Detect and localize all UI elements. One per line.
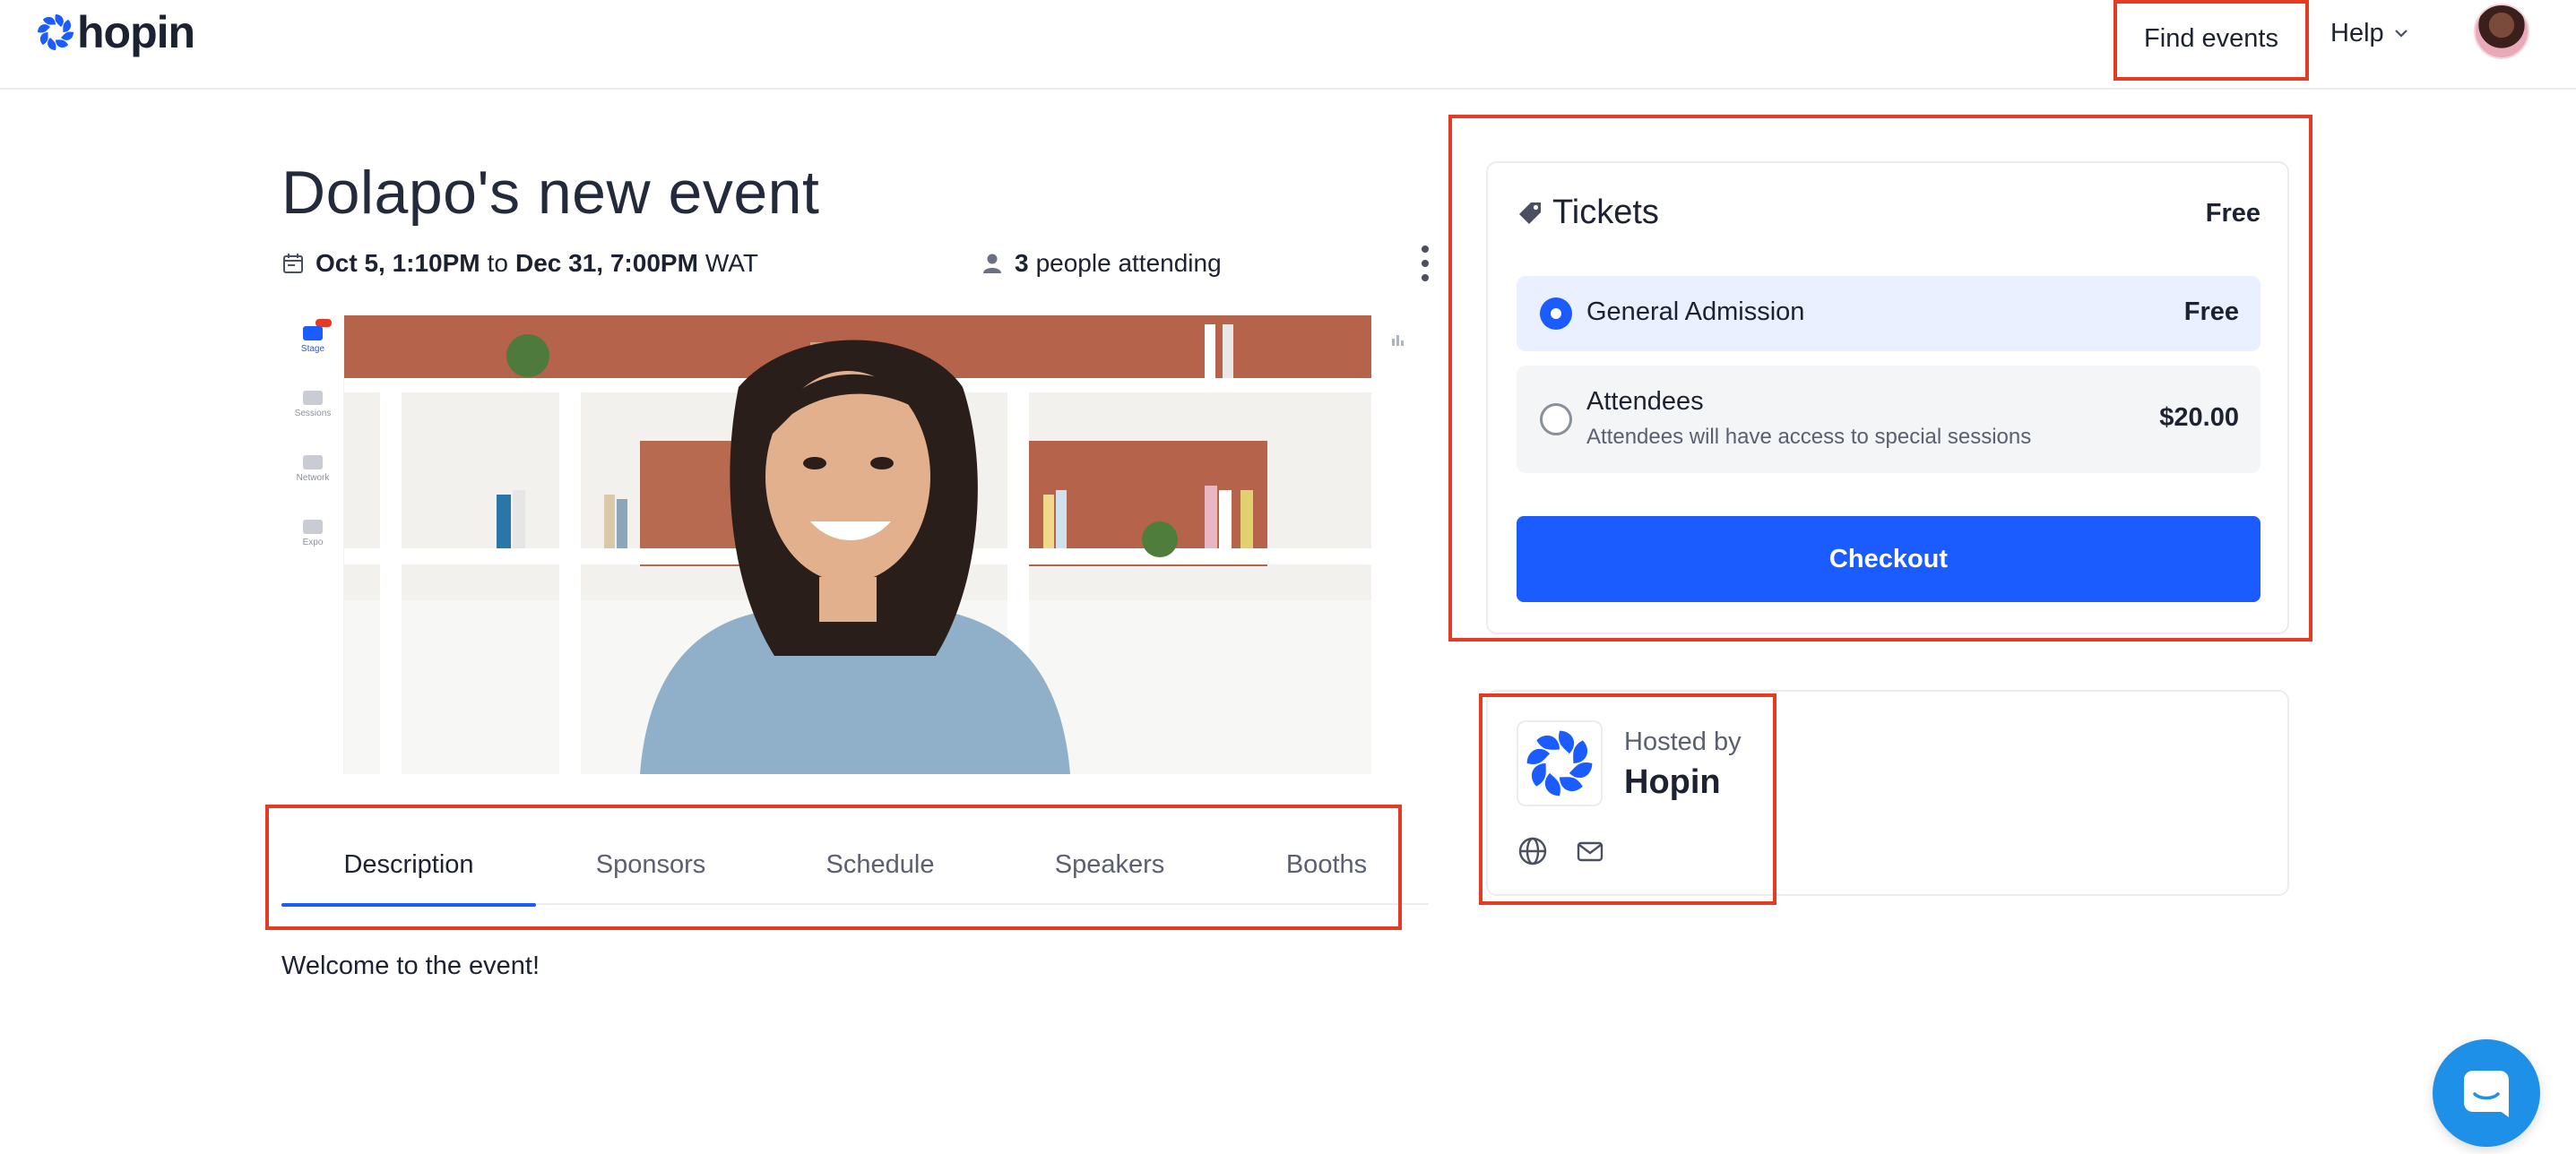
event-timezone: WAT <box>705 249 758 277</box>
attending-label: people attending <box>1035 249 1222 277</box>
speaker-photo-illustration <box>344 315 1371 774</box>
ticket-option-general-admission[interactable]: General Admission Free <box>1517 276 2260 351</box>
hopin-logo-icon <box>1526 730 1593 797</box>
tickets-price-summary: Free <box>2205 199 2260 228</box>
event-tabs: Description Sponsors Schedule Speakers B… <box>281 824 1429 907</box>
checkout-button[interactable]: Checkout <box>1517 516 2260 602</box>
tab-description[interactable]: Description <box>281 824 536 907</box>
event-title: Dolapo's new event <box>281 159 820 227</box>
help-menu[interactable]: Help <box>2330 0 2409 66</box>
store-icon <box>303 520 323 534</box>
ticket-icon <box>1519 202 1541 224</box>
tickets-heading-label: Tickets <box>1552 194 1659 231</box>
bar-chart-icon <box>1392 335 1404 346</box>
ticket-option-subtitle: Attendees will have access to special se… <box>1586 425 2032 449</box>
attendee-count: 3 people attending <box>982 249 1222 278</box>
event-dates: Oct 5, 1:10PM to Dec 31, 7:00PM WAT <box>281 249 758 278</box>
logo-text: hopin <box>77 7 195 57</box>
host-logo[interactable] <box>1517 720 1603 806</box>
top-header: hopin Find events Help <box>0 0 2576 90</box>
event-start: Oct 5, 1:10PM <box>316 249 480 277</box>
calendar-icon <box>283 254 303 273</box>
help-label: Help <box>2330 18 2384 47</box>
find-events-link[interactable]: Find events <box>2115 0 2307 77</box>
ticket-option-name: General Admission <box>1586 297 1805 326</box>
attending-number: 3 <box>1015 249 1029 277</box>
preview-sidebar: Stage Sessions Network Expo <box>281 315 344 774</box>
ticket-option-name: Attendees <box>1586 387 1704 416</box>
speaker-photo <box>344 315 1371 774</box>
preview-sidebar-label: Sessions <box>294 409 332 418</box>
video-camera-icon <box>303 326 323 340</box>
ticket-option-price: Free <box>2183 297 2239 326</box>
ticket-option-price: $20.00 <box>2159 403 2239 432</box>
date-separator: to <box>487 249 508 277</box>
hopin-logo-icon <box>38 14 73 50</box>
preview-sidebar-label: Network <box>296 473 330 483</box>
tab-booths[interactable]: Booths <box>1224 824 1429 905</box>
radio-unselected[interactable] <box>1540 403 1572 435</box>
event-preview: Stage Sessions Network Expo <box>281 315 1404 774</box>
ticket-option-attendees[interactable]: Attendees Attendees will have access to … <box>1517 366 2260 473</box>
radio-selected[interactable] <box>1540 297 1572 330</box>
tickets-card: Tickets Free General Admission Free Atte… <box>1486 161 2289 634</box>
globe-icon[interactable] <box>1517 835 1549 867</box>
preview-sidebar-item-expo: Expo <box>281 520 344 547</box>
person-icon <box>983 254 1001 273</box>
event-end: Dec 31, 7:00PM <box>515 249 698 277</box>
host-name[interactable]: Hopin <box>1624 763 1721 802</box>
preview-sidebar-item-network: Network <box>281 455 344 483</box>
people-icon <box>303 391 323 405</box>
preview-sidebar-item-sessions: Sessions <box>281 391 344 418</box>
event-description: Welcome to the event! <box>281 952 540 980</box>
hosted-by-label: Hosted by <box>1624 728 1742 756</box>
preview-sidebar-label: Expo <box>302 538 324 547</box>
chat-icon <box>2464 1071 2509 1117</box>
chevron-down-icon <box>2394 30 2407 38</box>
hopin-logo[interactable]: hopin <box>36 5 195 59</box>
host-card: Hosted by Hopin <box>1486 690 2289 896</box>
user-avatar[interactable] <box>2474 4 2529 59</box>
tab-speakers[interactable]: Speakers <box>995 824 1224 905</box>
preview-sidebar-item-stage: Stage <box>281 326 344 354</box>
handshake-icon <box>303 455 323 469</box>
more-options-icon[interactable] <box>1418 245 1432 281</box>
preview-sidebar-label: Stage <box>300 344 325 354</box>
chat-launcher[interactable] <box>2433 1039 2540 1147</box>
tab-schedule[interactable]: Schedule <box>765 824 995 905</box>
tab-sponsors[interactable]: Sponsors <box>536 824 765 905</box>
tickets-heading: Tickets <box>1517 194 1659 232</box>
mail-icon[interactable] <box>1574 835 1606 867</box>
